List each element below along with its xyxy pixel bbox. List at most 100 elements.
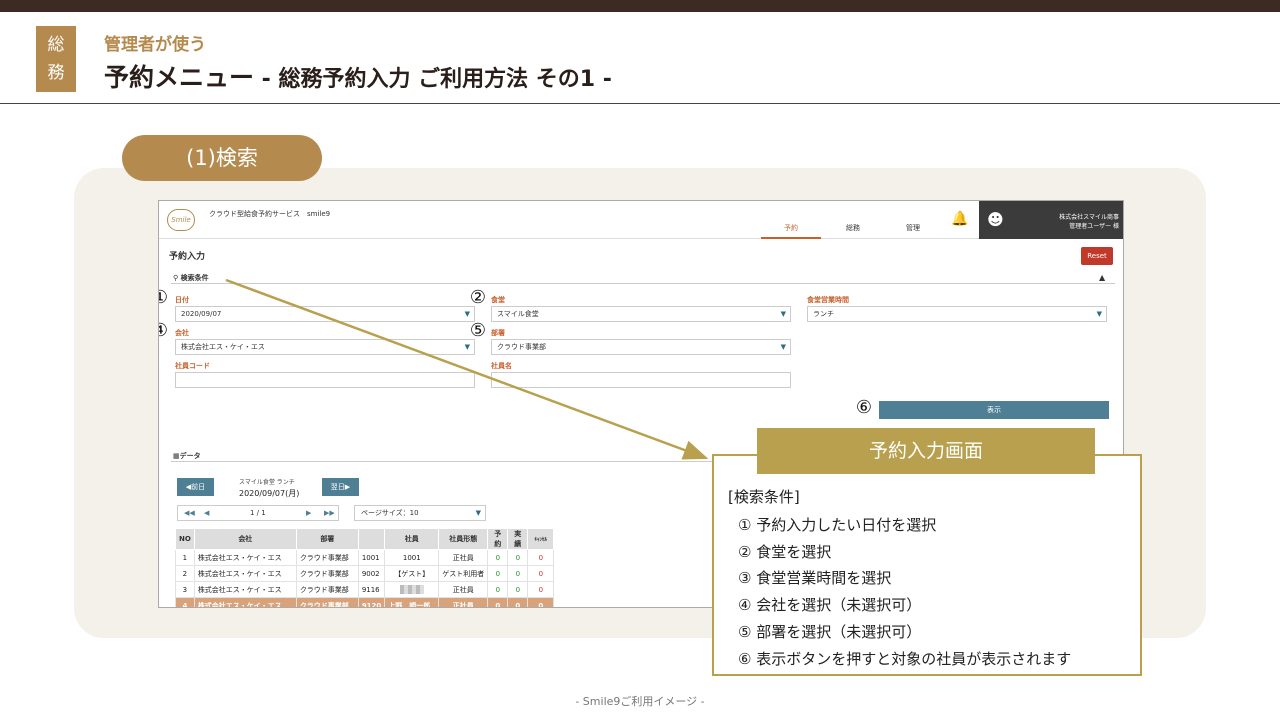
cell-employee: 上野 順一郎	[384, 597, 440, 607]
table-row-selected[interactable]: 4 株式会社エス・ケイ・エス クラウド事業部 9120 上野 順一郎 正社員 0…	[175, 597, 555, 607]
marker-5: ⑤	[469, 320, 487, 341]
employee-table: NO 会社 部署 社員 社員形態 予約 実績 ｷｬﾝｾﾙ 1 株式会社エス・ケイ…	[175, 528, 555, 607]
col-dept: 部署	[295, 528, 359, 550]
nav-tab-general[interactable]: 総務	[823, 223, 883, 239]
callout-item: ① 予約入力したい日付を選択	[738, 516, 937, 534]
marker-2: ②	[469, 287, 487, 308]
cell-emp-type: 正社員	[438, 581, 489, 598]
marker-1: ①	[159, 287, 171, 309]
pager: ◀◀ ◀ 1 / 1 ▶ ▶▶	[177, 505, 339, 521]
callout-box: [検索条件] ① 予約入力したい日付を選択 ② 食堂を選択 ③ 食堂営業時間を選…	[712, 454, 1142, 676]
data-section-title: ▦データ	[173, 451, 201, 461]
dept-value: クラウド事業部	[497, 343, 546, 351]
service-name: クラウド型給食予約サービス smile9	[209, 210, 331, 218]
search-section-title: ⚲ 検索条件	[173, 273, 209, 283]
badge-top: 総	[47, 35, 65, 55]
chevron-down-icon: ▼	[780, 310, 786, 318]
col-actual: 実績	[507, 528, 529, 550]
emp-code-input[interactable]	[175, 372, 475, 388]
reset-button[interactable]: Reset	[1081, 247, 1113, 265]
callout-item: ⑤ 部署を選択（未選択可）	[738, 622, 922, 641]
cell-emp-type: 正社員	[438, 597, 489, 607]
top-bar	[0, 0, 1280, 12]
dept-label: 部署	[491, 329, 505, 337]
cell-company: 株式会社エス・ケイ・エス	[193, 581, 297, 598]
col-employee: 社員	[384, 528, 440, 550]
cell-actual: 0	[507, 581, 529, 598]
category-badge: 総 務	[36, 26, 76, 92]
cafeteria-value: スマイル食堂	[497, 310, 539, 318]
user-icon: ☻	[987, 210, 1004, 229]
company-label: 会社	[175, 329, 189, 337]
cell-no: 3	[175, 581, 195, 598]
user-name: 管理者ユーザー 様	[1069, 223, 1119, 230]
section-pill: (1)検索	[122, 135, 322, 181]
nav-tab-admin[interactable]: 管理	[883, 223, 943, 239]
last-page-icon[interactable]: ▶▶	[324, 506, 335, 520]
date-label: 日付	[175, 296, 189, 304]
cell-actual: 0	[507, 549, 529, 566]
cell-dept: クラウド事業部	[295, 597, 359, 607]
emp-name-label: 社員名	[491, 362, 512, 370]
hours-select[interactable]: ランチ ▼	[807, 306, 1107, 322]
display-button[interactable]: 表示	[879, 401, 1109, 419]
callout-item: ⑥ 表示ボタンを押すと対象の社員が表示されます	[738, 649, 1072, 668]
callout-list: ① 予約入力したい日付を選択 ② 食堂を選択 ③ 食堂営業時間を選択 ④ 会社を…	[738, 512, 1071, 672]
cafeteria-select[interactable]: スマイル食堂 ▼	[491, 306, 791, 322]
cell-emp-type: 正社員	[438, 549, 489, 566]
cell-reserved: 0	[487, 565, 509, 582]
chevron-down-icon: ▼	[1096, 310, 1102, 318]
date-input[interactable]: 2020/09/07 ▼	[175, 306, 475, 322]
info-date: 2020/09/07(月)	[239, 489, 300, 498]
cell-dept: クラウド事業部	[295, 549, 359, 566]
dept-select[interactable]: クラウド事業部 ▼	[491, 339, 791, 355]
user-box[interactable]: ☻ 株式会社スマイル商事 管理者ユーザー 様	[979, 201, 1123, 239]
page-size-value: ページサイズ：10	[361, 509, 419, 517]
cell-employee: 1001	[384, 549, 440, 566]
company-name: 株式会社スマイル商事	[1059, 214, 1119, 221]
page-subtitle: 管理者が使う	[104, 35, 206, 55]
cell-code: 9120	[357, 597, 386, 607]
marker-4: ④	[159, 320, 171, 342]
callout-item: ④ 会社を選択（未選択可）	[738, 596, 922, 615]
redacted-name	[399, 585, 424, 594]
page-size-select[interactable]: ページサイズ：10 ▼	[354, 505, 486, 521]
prev-day-button[interactable]: ◀前日	[177, 478, 214, 496]
screen-title: 予約入力	[169, 252, 206, 262]
table-row[interactable]: 1 株式会社エス・ケイ・エス クラウド事業部 1001 1001 正社員 0 0…	[175, 549, 555, 566]
footer-caption: - Smile9ご利用イメージ -	[575, 695, 705, 708]
nav-tab-reservation[interactable]: 予約	[761, 223, 821, 239]
bell-icon[interactable]: 🔔	[951, 211, 968, 227]
date-value: 2020/09/07	[181, 310, 222, 318]
cell-employee: 【ゲスト】	[384, 565, 440, 582]
col-no: NO	[175, 528, 195, 550]
table-row[interactable]: 2 株式会社エス・ケイ・エス クラウド事業部 9002 【ゲスト】 ゲスト利用者…	[175, 565, 555, 582]
next-day-button[interactable]: 翌日▶	[322, 478, 359, 496]
collapse-icon[interactable]: ▲	[1099, 273, 1105, 282]
grid-icon: ▦	[173, 452, 180, 460]
data-section-label: データ	[179, 452, 201, 460]
cell-code: 9002	[357, 565, 386, 582]
chevron-down-icon: ▼	[464, 310, 470, 318]
cafeteria-label: 食堂	[491, 296, 505, 304]
cell-company: 株式会社エス・ケイ・エス	[193, 549, 297, 566]
cell-employee-redacted	[384, 581, 440, 598]
page-indicator: 1 / 1	[250, 509, 266, 517]
marker-6: ⑥	[855, 397, 873, 418]
prev-page-icon[interactable]: ◀	[204, 506, 209, 520]
company-select[interactable]: 株式会社エス・ケイ・エス ▼	[175, 339, 475, 355]
cell-dept: クラウド事業部	[295, 565, 359, 582]
emp-name-input[interactable]	[491, 372, 791, 388]
chevron-down-icon: ▼	[780, 343, 786, 351]
page-title: 予約メニュー - 総務予約入力 ご利用方法 その1 -	[104, 58, 612, 94]
next-page-icon[interactable]: ▶	[306, 506, 311, 520]
callout-section: [検索条件]	[728, 488, 800, 506]
cell-company: 株式会社エス・ケイ・エス	[193, 597, 297, 607]
cell-actual: 0	[507, 597, 529, 607]
first-page-icon[interactable]: ◀◀	[184, 506, 195, 520]
table-row[interactable]: 3 株式会社エス・ケイ・エス クラウド事業部 9116 正社員 0 0 0	[175, 581, 555, 598]
cell-code: 1001	[357, 549, 386, 566]
cell-cancel: 0	[527, 597, 555, 607]
cell-no: 4	[175, 597, 195, 607]
title-main: 予約メニュー	[104, 63, 255, 92]
